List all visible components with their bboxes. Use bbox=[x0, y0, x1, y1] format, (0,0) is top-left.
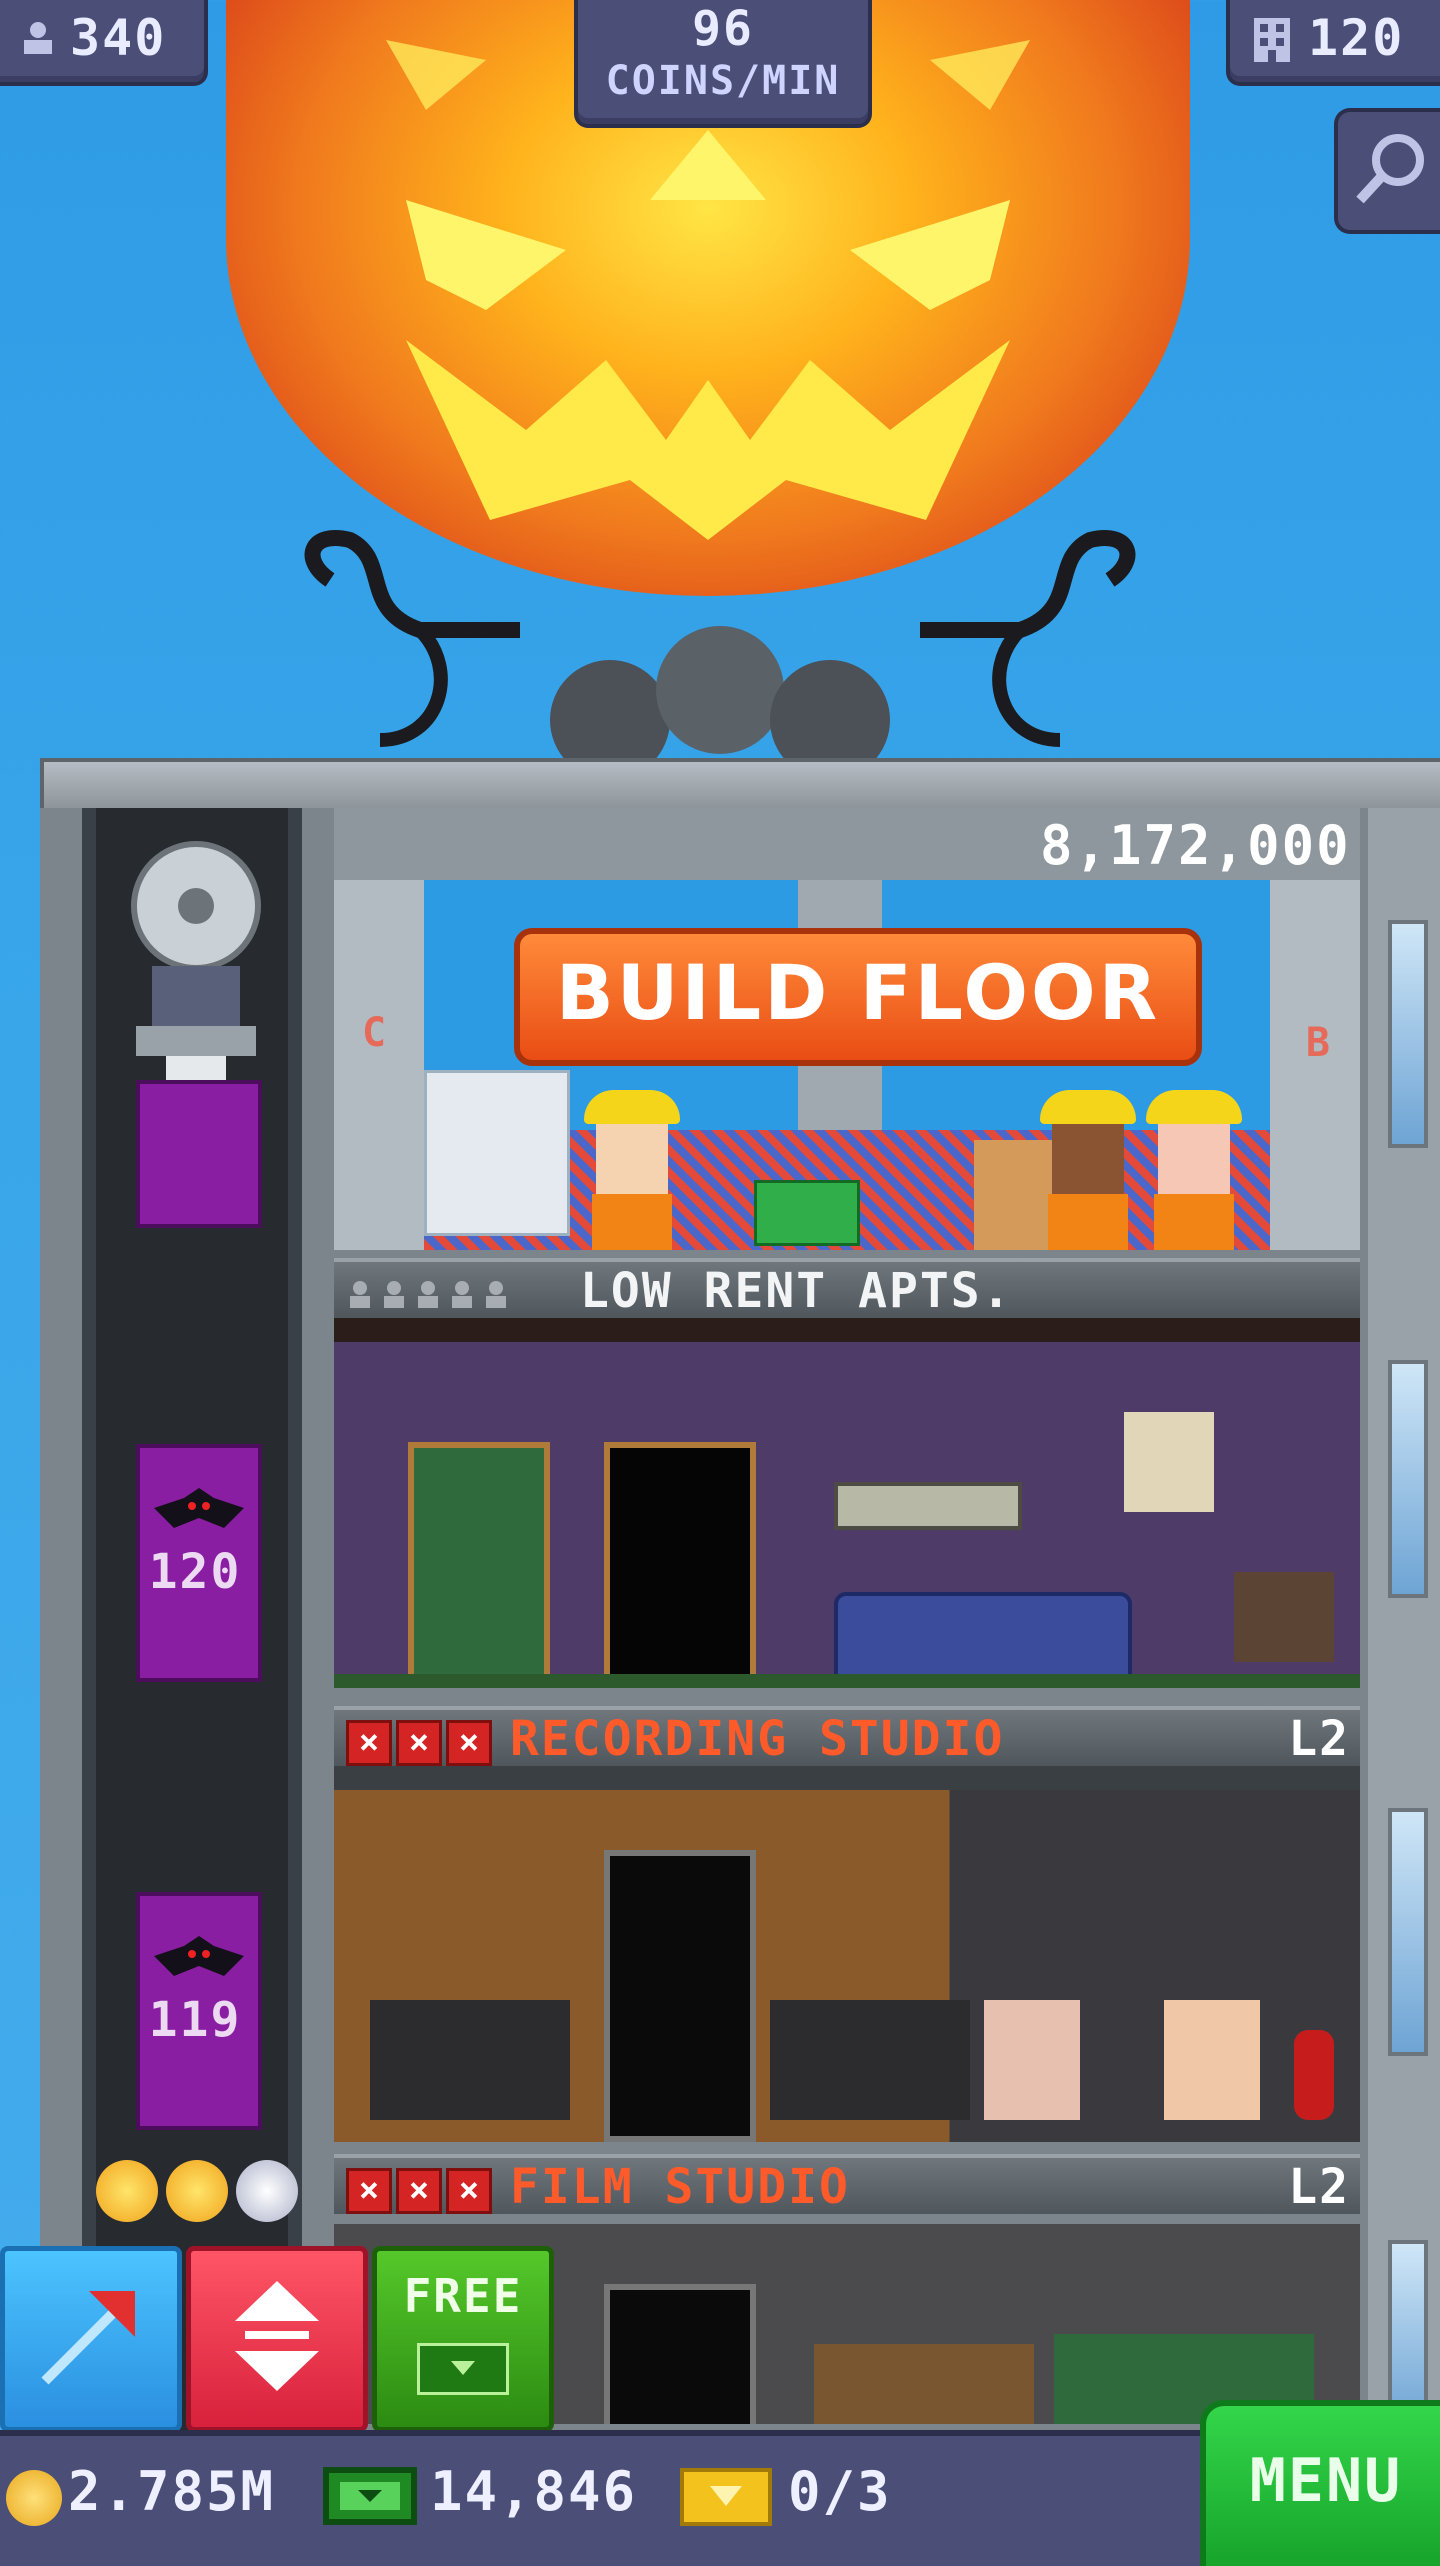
building-icon bbox=[1254, 18, 1290, 62]
empty-slot-x-icon: × bbox=[446, 2168, 492, 2214]
window bbox=[1388, 1360, 1428, 1598]
floor-letter-right: B bbox=[1305, 1020, 1332, 1066]
coin-icon bbox=[6, 2470, 62, 2526]
resident-slots-icon bbox=[350, 1281, 506, 1308]
wall-picture bbox=[834, 1482, 1022, 1530]
elevator-button[interactable] bbox=[186, 2246, 368, 2432]
tickets-value: 0/3 bbox=[788, 2460, 892, 2523]
floor-trim bbox=[334, 1674, 1360, 1688]
set-prop bbox=[814, 2344, 1034, 2424]
coins-per-minute-value: 96 bbox=[692, 1, 754, 57]
bat-icon bbox=[154, 1936, 244, 1976]
empty-slot-x-icon: × bbox=[396, 1720, 442, 1766]
apartment-door bbox=[408, 1442, 550, 1688]
wall-poster bbox=[1124, 1412, 1214, 1512]
window bbox=[1388, 1808, 1428, 2056]
up-down-arrows-icon bbox=[235, 2281, 319, 2391]
free-label: FREE bbox=[403, 2269, 523, 2323]
floor-label-bar[interactable]: × × × FILM STUDIO L2 bbox=[334, 2154, 1360, 2215]
construction-worker bbox=[1146, 1090, 1242, 1250]
tv-stand bbox=[1234, 1572, 1334, 1662]
floor-letter-left: C bbox=[362, 1010, 389, 1056]
star-gold-icon bbox=[166, 2160, 228, 2222]
floor-name: FILM STUDIO bbox=[510, 2159, 850, 2215]
bux-icon bbox=[323, 2467, 417, 2525]
floor-label-bar[interactable]: × × × RECORDING STUDIO L2 bbox=[334, 1706, 1360, 1767]
star-silver-icon bbox=[236, 2160, 298, 2222]
floor-level: L2 bbox=[1288, 2159, 1350, 2215]
coins-per-minute-label: COINS/MIN bbox=[605, 58, 841, 104]
construction-worker bbox=[584, 1090, 680, 1250]
bux-value: 14,846 bbox=[430, 2460, 638, 2523]
magnifier-icon bbox=[1356, 134, 1424, 204]
bat-icon bbox=[154, 1488, 244, 1528]
floor-name: LOW RENT APTS. bbox=[580, 1263, 1013, 1319]
arrow-up-right-icon bbox=[41, 2291, 135, 2385]
insulation-roll bbox=[424, 1070, 570, 1236]
construction-worker bbox=[1040, 1090, 1136, 1250]
elevator-car[interactable]: 119 bbox=[136, 1892, 262, 2130]
mixing-console bbox=[370, 2000, 570, 2120]
population-counter: 340 bbox=[0, 0, 208, 86]
ticket-icon bbox=[680, 2468, 772, 2526]
free-bux-button[interactable]: FREE bbox=[372, 2246, 554, 2432]
build-floor-button[interactable]: BUILD FLOOR bbox=[514, 928, 1202, 1066]
floor-level: L2 bbox=[1288, 1711, 1350, 1767]
doorway bbox=[604, 1850, 756, 2142]
low-rent-apartment-room[interactable] bbox=[334, 1342, 1360, 1688]
floor-count-counter: 120 bbox=[1226, 0, 1440, 86]
zoom-out-button[interactable] bbox=[1334, 108, 1440, 234]
floor-name: RECORDING STUDIO bbox=[510, 1711, 1005, 1767]
toolbox bbox=[754, 1180, 860, 1246]
floor-count-value: 120 bbox=[1308, 9, 1405, 67]
elevator-car[interactable]: 120 bbox=[136, 1444, 262, 1682]
coins-value: 2.785M bbox=[68, 2460, 276, 2523]
recording-studio-room[interactable] bbox=[334, 1790, 1360, 2142]
empty-slot-x-icon: × bbox=[446, 1720, 492, 1766]
doorway bbox=[604, 2284, 756, 2424]
menu-button[interactable]: MENU bbox=[1200, 2400, 1440, 2566]
musician bbox=[984, 2000, 1080, 2120]
elevator-car-top[interactable] bbox=[136, 1080, 262, 1228]
ceiling bbox=[334, 1766, 1360, 1790]
empty-slot-x-icon: × bbox=[396, 2168, 442, 2214]
population-value: 340 bbox=[70, 9, 167, 67]
guitar bbox=[1294, 2030, 1334, 2120]
mixing-console bbox=[770, 2000, 970, 2120]
elevator-floor-number: 120 bbox=[148, 1544, 242, 1600]
floor-label-bar[interactable]: LOW RENT APTS. bbox=[334, 1258, 1360, 1319]
star-gold-icon bbox=[96, 2160, 158, 2222]
empty-slot-x-icon: × bbox=[346, 2168, 392, 2214]
window bbox=[1388, 920, 1428, 1148]
elevator-floor-number: 119 bbox=[148, 1992, 242, 2048]
empty-slot-x-icon: × bbox=[346, 1720, 392, 1766]
iron-stand-decoration bbox=[304, 530, 1136, 760]
bux-bill-icon bbox=[417, 2343, 509, 2395]
musician bbox=[1164, 2000, 1260, 2120]
goto-top-button[interactable] bbox=[0, 2246, 182, 2432]
build-floor-cost: 8,172,000 bbox=[1040, 814, 1351, 877]
doorway bbox=[604, 1442, 756, 1688]
person-icon bbox=[18, 18, 58, 58]
coins-per-minute-panel: 96 COINS/MIN bbox=[574, 0, 872, 128]
ceiling bbox=[334, 1318, 1360, 1342]
pillar-left bbox=[334, 880, 424, 1250]
